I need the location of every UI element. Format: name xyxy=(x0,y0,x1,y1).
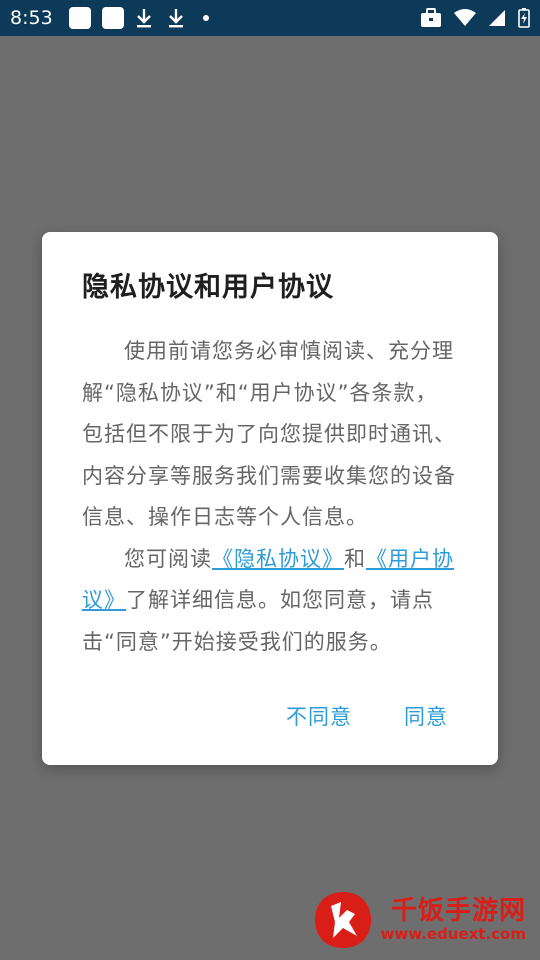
disagree-button[interactable]: 不同意 xyxy=(286,701,352,731)
notification-app-icon xyxy=(68,7,91,29)
privacy-agreement-dialog: 隐私协议和用户协议 使用前请您务必审慎阅读、充分理解“隐私协议”和“用户协议”各… xyxy=(42,232,498,765)
watermark-url: www.eduext.com xyxy=(380,925,526,944)
status-bar: 8:53 xyxy=(0,0,540,36)
status-time: 8:53 xyxy=(10,7,53,29)
para2-prefix: 您可阅读 xyxy=(124,546,212,571)
privacy-policy-link[interactable]: 《隐私协议》 xyxy=(212,547,344,571)
watermark-title: 千饭手游网 xyxy=(390,895,526,926)
battery-icon xyxy=(518,8,530,28)
cellular-signal-icon xyxy=(489,10,505,26)
watermark-text: 千饭手游网 www.eduext.com xyxy=(381,897,526,944)
notification-app-icon xyxy=(101,7,124,29)
dialog-actions: 不同意 同意 xyxy=(286,701,448,731)
dialog-paragraph-1: 使用前请您务必审慎阅读、充分理解“隐私协议”和“用户协议”各条款，包括但不限于为… xyxy=(82,339,456,530)
dialog-body: 使用前请您务必审慎阅读、充分理解“隐私协议”和“用户协议”各条款，包括但不限于为… xyxy=(82,331,458,663)
work-profile-icon xyxy=(421,8,441,27)
watermark: 千饭手游网 www.eduext.com xyxy=(311,888,526,952)
watermark-logo-icon xyxy=(314,892,371,948)
para2-suffix: 了解详细信息。如您同意，请点击“同意”开始接受我们的服务。 xyxy=(82,588,434,654)
agree-button[interactable]: 同意 xyxy=(404,701,448,731)
download-icon xyxy=(168,9,183,28)
more-notifications-dot-icon xyxy=(202,15,209,21)
download-icon xyxy=(136,9,151,28)
para2-and: 和 xyxy=(344,546,366,571)
dialog-paragraph-2: 您可阅读《隐私协议》和《用户协议》了解详细信息。如您同意，请点击“同意”开始接受… xyxy=(82,539,458,664)
wifi-icon xyxy=(454,9,476,26)
dialog-title: 隐私协议和用户协议 xyxy=(82,272,334,303)
